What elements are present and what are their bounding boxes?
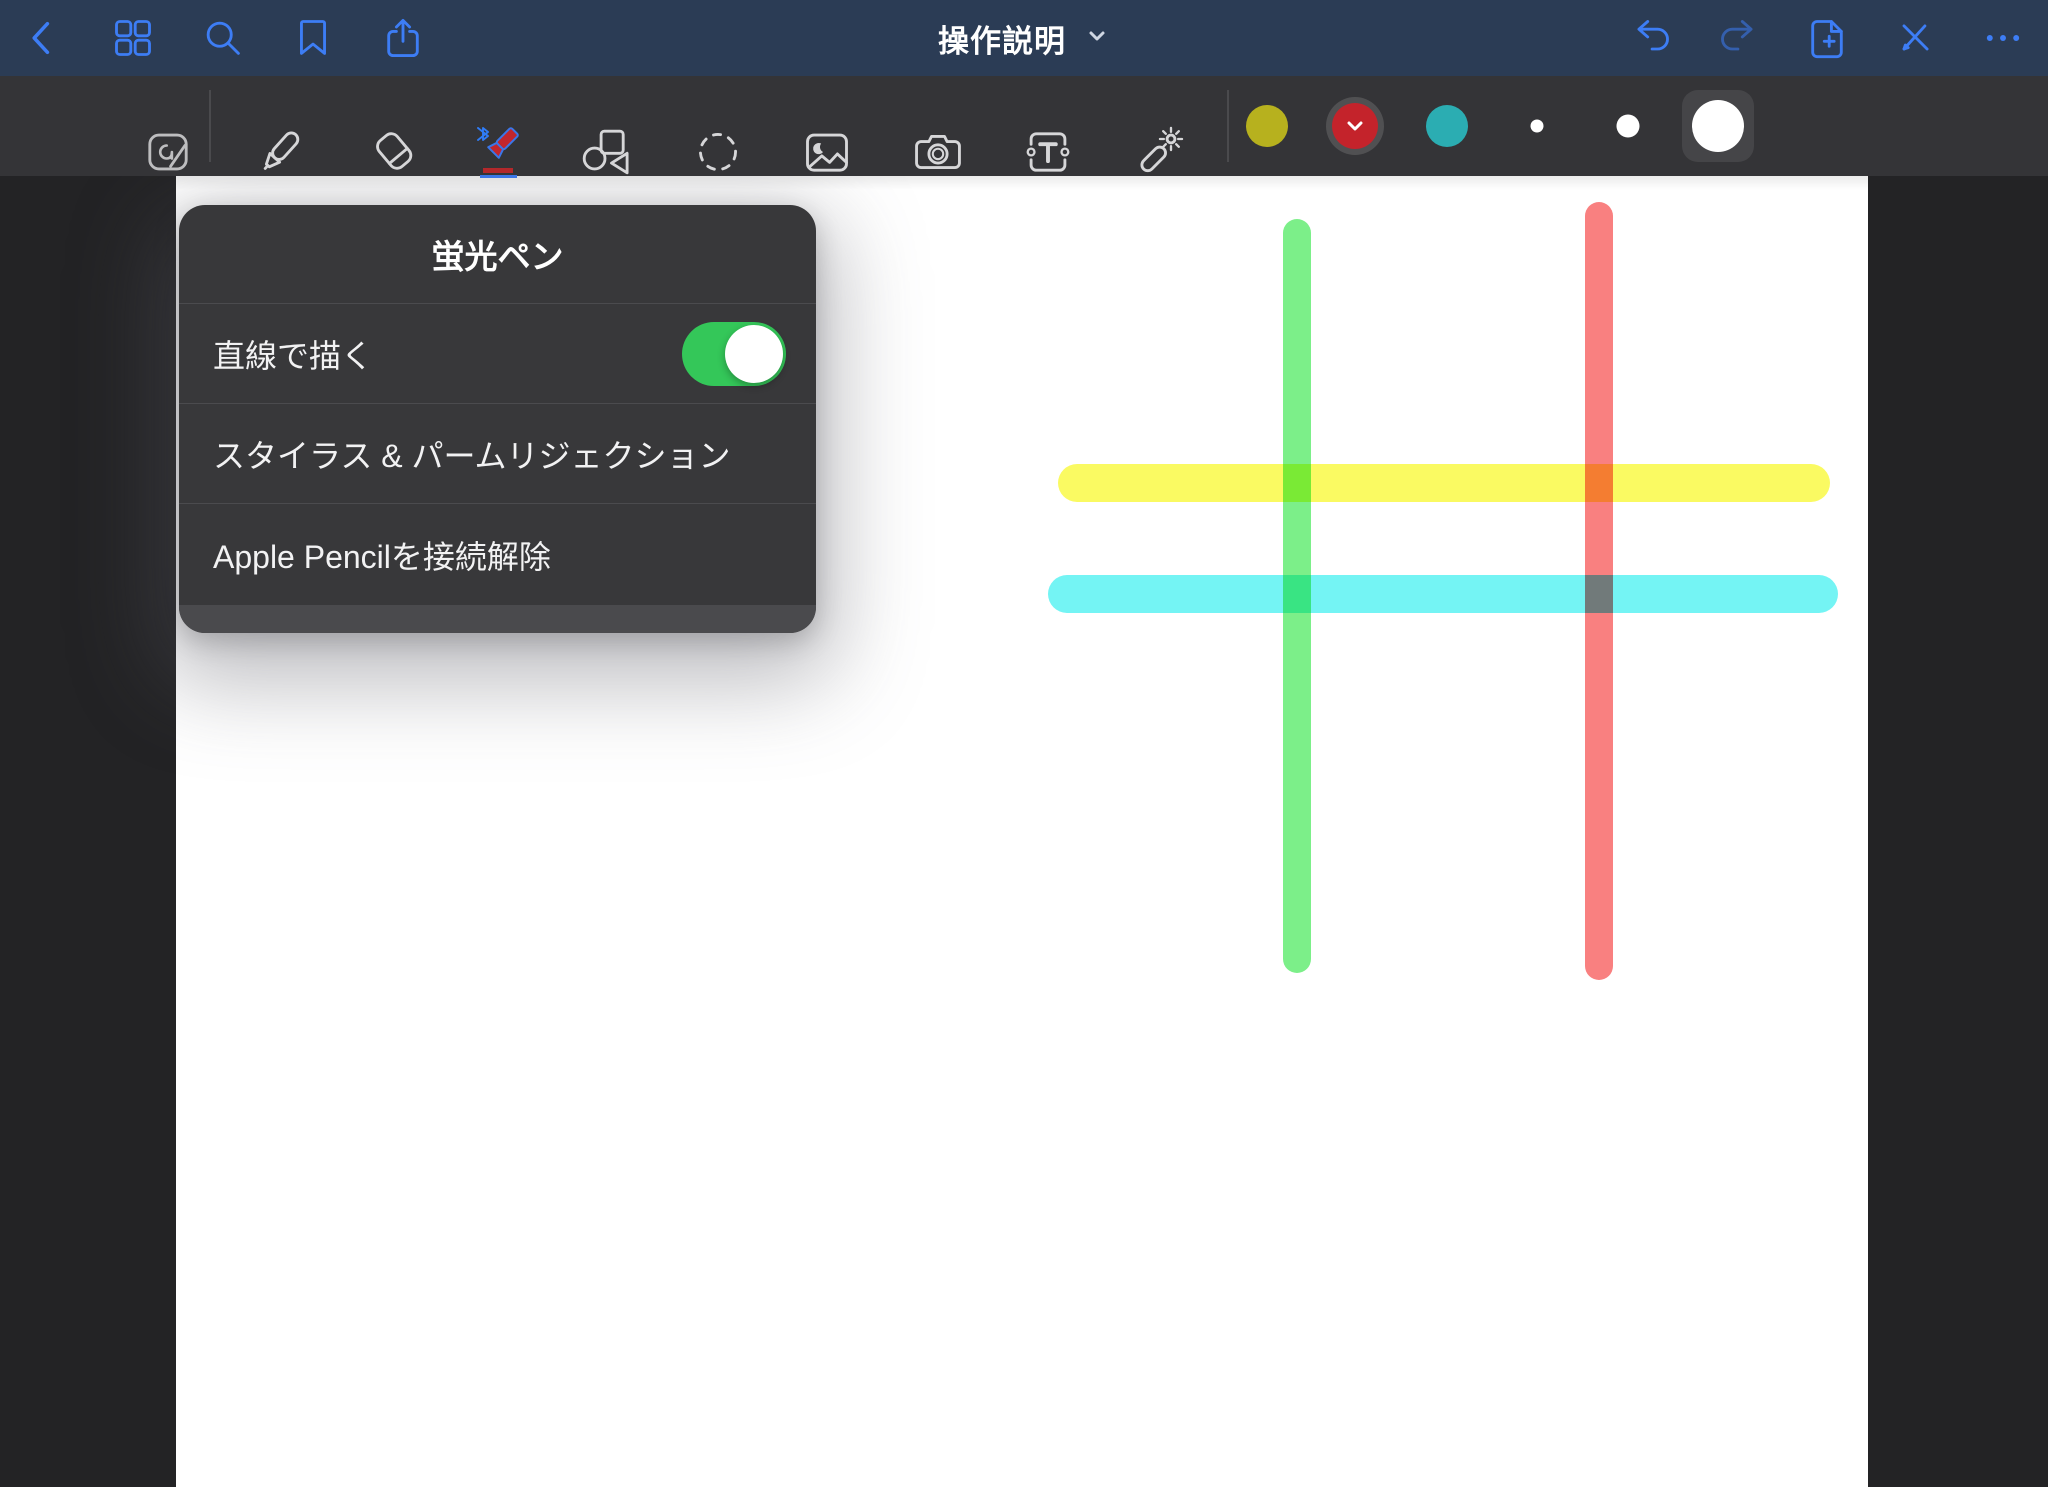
draw-straight-line-toggle[interactable] [682, 321, 786, 386]
pen-tool-icon[interactable] [254, 126, 306, 178]
back-icon[interactable] [20, 15, 66, 61]
draw-straight-line-row: 直線で描く [179, 304, 816, 403]
highlighter-tool-icon-selected[interactable] [472, 126, 524, 178]
bookmark-icon[interactable] [290, 15, 336, 61]
stylus-palm-rejection-label: スタイラス & パームリジェクション [213, 437, 731, 474]
document-title-menu[interactable]: 操作説明 [938, 0, 1110, 76]
thumbnails-grid-icon[interactable] [110, 15, 156, 61]
stylus-palm-rejection-row[interactable]: スタイラス & パームリジェクション [179, 404, 816, 503]
more-options-icon[interactable] [1980, 15, 2026, 61]
yellow-horizontal-stroke [1058, 464, 1830, 502]
page-title: 操作説明 [938, 23, 1066, 59]
redo-icon[interactable] [1716, 15, 1762, 61]
shapes-tool-icon[interactable] [579, 126, 631, 178]
laser-pointer-tool-icon[interactable] [1132, 126, 1184, 178]
color-swatch-teal[interactable] [1426, 105, 1468, 147]
popover-arrow [447, 205, 547, 206]
camera-tool-icon[interactable] [912, 126, 964, 178]
undo-icon[interactable] [1628, 15, 1674, 61]
disconnect-apple-pencil-row[interactable]: Apple Pencilを接続解除 [179, 504, 816, 605]
popover-partial-row [179, 605, 816, 633]
nav-bar: 操作説明 [0, 0, 2048, 76]
add-page-icon[interactable] [1804, 15, 1850, 61]
document-edit-mode-icon[interactable] [142, 126, 194, 178]
thickness-large-button-selected[interactable] [1682, 90, 1754, 162]
thickness-medium-button[interactable] [1616, 114, 1640, 138]
toolbar-separator [209, 90, 211, 162]
eraser-tool-icon[interactable] [369, 126, 421, 178]
color-swatch-red [1332, 103, 1378, 149]
lasso-tool-icon[interactable] [692, 126, 744, 178]
share-icon[interactable] [380, 15, 426, 61]
toggle-knob [725, 324, 783, 383]
draw-straight-line-label: 直線で描く [213, 337, 374, 374]
chevron-down-icon [1347, 121, 1363, 131]
toolbar-separator [1227, 90, 1229, 162]
image-tool-icon[interactable] [801, 126, 853, 178]
pen-disabled-icon[interactable] [1892, 15, 1938, 61]
chevron-down-icon [1084, 23, 1110, 54]
tool-bar [0, 76, 2048, 178]
cyan-horizontal-stroke [1048, 575, 1838, 613]
text-tool-icon[interactable] [1022, 126, 1074, 178]
search-icon[interactable] [200, 15, 246, 61]
popover-title: 蛍光ペン [431, 238, 564, 275]
color-swatch-red-selected[interactable] [1326, 97, 1384, 155]
disconnect-apple-pencil-label: Apple Pencilを接続解除 [213, 538, 551, 575]
highlighter-settings-popover: 蛍光ペン 直線で描く スタイラス & パームリジェクション Apple Penc… [179, 205, 816, 633]
thickness-small-button[interactable] [1530, 119, 1544, 133]
color-swatch-yellow[interactable] [1246, 105, 1288, 147]
